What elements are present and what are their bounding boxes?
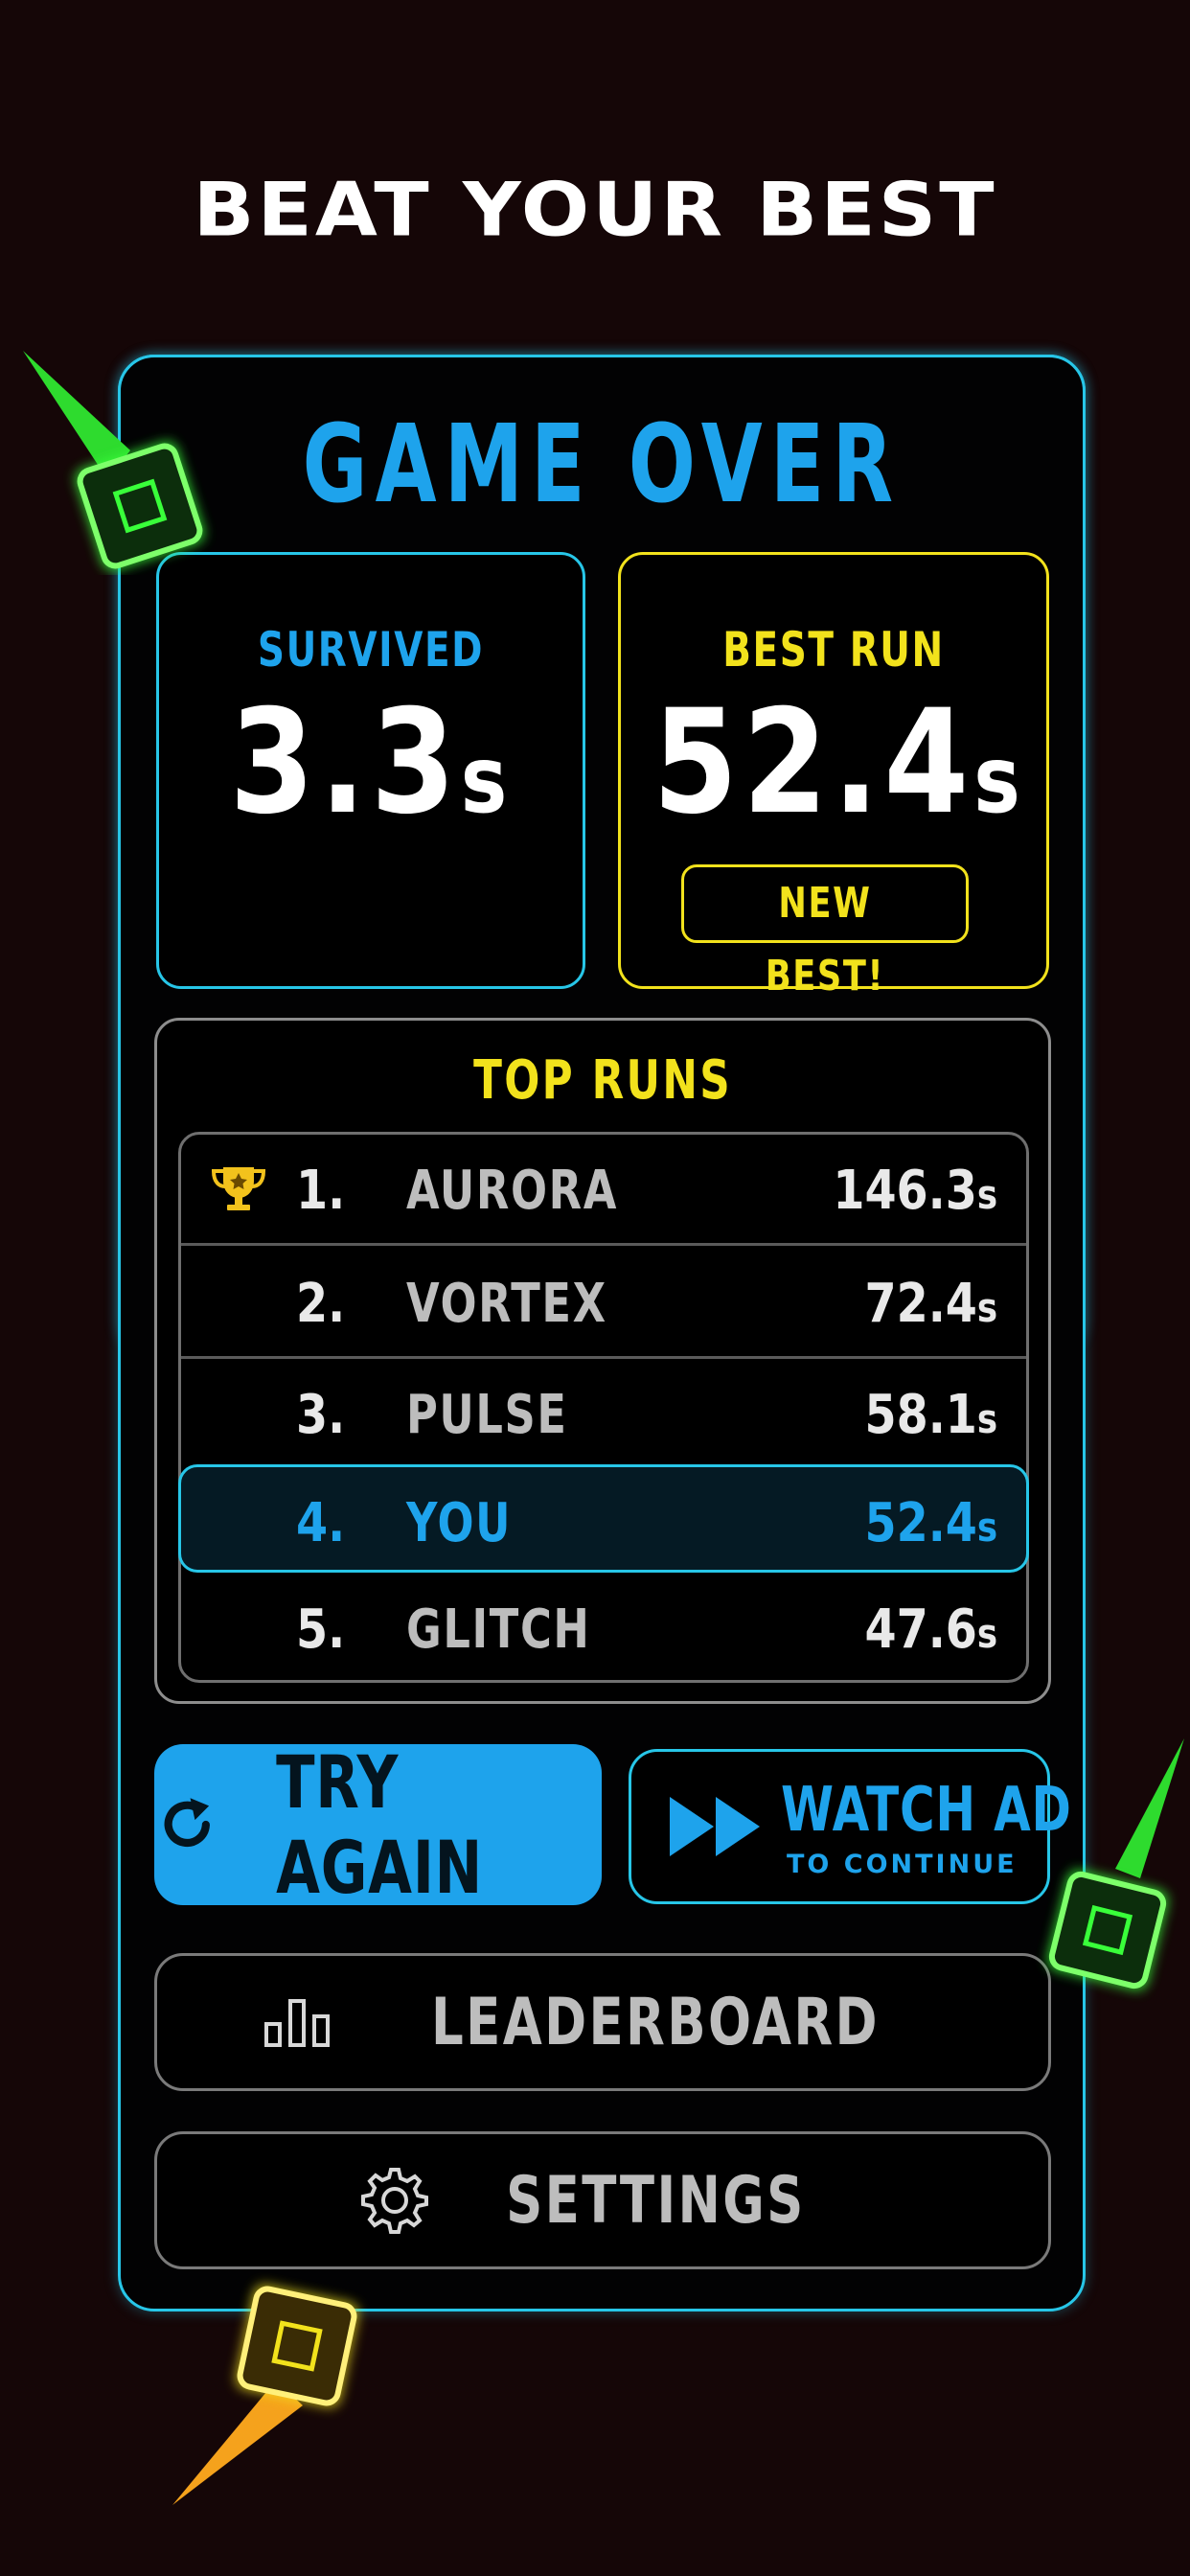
top-runs-list: 1. AURORA 146.3s 2. VORTEX 72.4s 3. PULS… (178, 1132, 1029, 1683)
best-run-card: BEST RUN 52.4s NEW BEST! (618, 552, 1049, 1000)
row-rank: 2. (296, 1273, 346, 1335)
row-name: AURORA (406, 1160, 619, 1222)
survived-card: SURVIVED 3.3s (156, 552, 585, 989)
new-best-badge: NEW BEST! (681, 864, 969, 1000)
row-rank: 5. (296, 1598, 346, 1661)
gear-icon (360, 2168, 428, 2234)
row-rank: 4. (296, 1492, 346, 1554)
best-run-value: 52.4s (652, 679, 1025, 846)
watch-ad-sublabel: TO CONTINUE (787, 1849, 1018, 1879)
leaderboard-label: LEADERBOARD (431, 1984, 880, 2060)
row-time: 47.6s (864, 1598, 997, 1661)
row-name: GLITCH (406, 1598, 591, 1661)
list-item: 5. GLITCH 47.6s (181, 1574, 1026, 1682)
settings-label: SETTINGS (505, 2162, 806, 2239)
row-rank: 1. (296, 1160, 346, 1222)
survived-label: SURVIVED (257, 622, 485, 678)
headline: BEAT YOUR BEST (193, 166, 997, 254)
top-runs-title: TOP RUNS (472, 1049, 732, 1112)
trophy-icon (211, 1167, 266, 1210)
leaderboard-button[interactable]: LEADERBOARD (154, 1953, 1051, 2091)
fast-forward-icon (670, 1797, 760, 1856)
restart-icon (164, 1798, 210, 1847)
settings-button[interactable]: SETTINGS (154, 2131, 1051, 2269)
row-rank: 3. (296, 1384, 346, 1446)
list-item: 1. AURORA 146.3s (181, 1135, 1026, 1246)
list-item: 2. VORTEX 72.4s (181, 1248, 1026, 1359)
watch-ad-button[interactable]: WATCH AD TO CONTINUE (629, 1749, 1072, 1904)
row-name: VORTEX (406, 1273, 607, 1335)
top-runs-card: TOP RUNS 1. AURORA 146.3s 2. VORTEX 72.4… (154, 1018, 1051, 1704)
row-time: 58.1s (864, 1384, 997, 1446)
row-time: 72.4s (864, 1273, 997, 1335)
try-again-button[interactable]: TRY AGAIN (154, 1739, 602, 1910)
best-run-label: BEST RUN (722, 622, 945, 678)
bar-chart-icon (264, 1999, 331, 2047)
row-time: 146.3s (833, 1160, 997, 1222)
list-item: 3. PULSE 58.1s (181, 1359, 1026, 1467)
yellow-cube-decoration (172, 2284, 359, 2505)
row-name: YOU (406, 1492, 513, 1554)
try-again-label: TRY AGAIN (275, 1739, 483, 1910)
survived-value: 3.3s (229, 679, 513, 846)
list-item-you: 4. YOU 52.4s (178, 1464, 1029, 1573)
watch-ad-label: WATCH AD (781, 1774, 1072, 1846)
row-time: 52.4s (864, 1492, 997, 1554)
green-cube-decoration (23, 351, 205, 571)
game-over-title: GAME OVER (302, 402, 902, 527)
row-name: PULSE (406, 1384, 568, 1446)
green-cube-decoration (1047, 1738, 1184, 1990)
